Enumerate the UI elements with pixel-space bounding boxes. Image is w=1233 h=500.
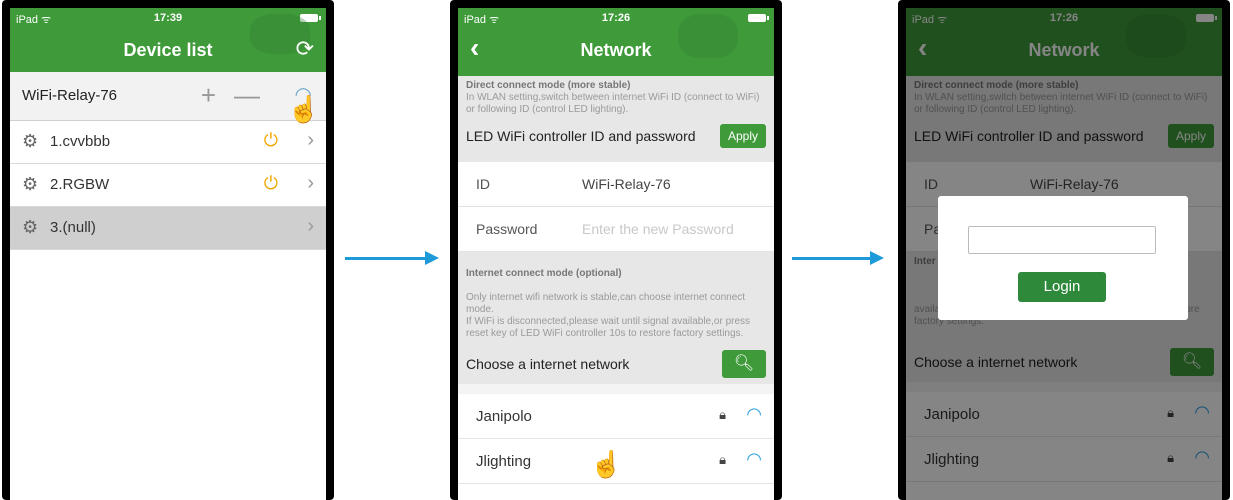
phone-device-list: iPad ᯤ 17:39 Device list ⟳ WiFi-Relay-76… xyxy=(2,0,334,500)
page-title: Device list xyxy=(123,40,213,60)
list-item[interactable]: ⚙ 2.RGBW ⏻ › xyxy=(10,164,326,207)
network-name: Janipolo xyxy=(476,408,532,425)
gear-icon[interactable]: ⚙ xyxy=(22,131,38,152)
internet-mode-title: Internet connect mode (optional) xyxy=(466,268,622,279)
chevron-right-icon[interactable]: › xyxy=(307,172,314,195)
list-item[interactable]: ⚙ 1.cvvbbb ⏻ › xyxy=(10,121,326,164)
id-value: WiFi-Relay-76 xyxy=(582,176,671,192)
direct-mode-desc: In WLAN setting,switch between internet … xyxy=(466,92,760,115)
device-label: 3.(null) xyxy=(50,219,96,236)
device-list-screen: iPad ᯤ 17:39 Device list ⟳ WiFi-Relay-76… xyxy=(10,8,326,500)
internet-mode-desc: Only internet wifi network is stable,can… xyxy=(466,292,751,339)
nav-bar: Device list ⟳ xyxy=(10,14,326,72)
apply-button[interactable]: Apply xyxy=(719,124,766,148)
network-login-screen: iPad ᯤ 17:26 ‹ Network Direct connect mo… xyxy=(906,8,1222,500)
battery-icon xyxy=(748,14,769,22)
internet-mode-section: Internet connect mode (optional) Only in… xyxy=(458,252,774,344)
direct-mode-section: Direct connect mode (more stable) In WLA… xyxy=(458,76,774,162)
wifi-icon: ◠ xyxy=(746,449,762,469)
group-name: WiFi-Relay-76 xyxy=(22,87,118,104)
minus-icon[interactable]: — xyxy=(234,80,260,111)
login-button[interactable]: Login xyxy=(1018,272,1106,302)
chevron-right-icon[interactable]: › xyxy=(307,129,314,152)
login-dialog: Login xyxy=(938,196,1188,320)
device-group-header[interactable]: WiFi-Relay-76 + — ◠ ☝ xyxy=(10,72,326,124)
wifi-icon: ◠ xyxy=(746,404,762,424)
plus-icon[interactable]: + xyxy=(201,80,216,111)
password-field[interactable]: Password Enter the new Password xyxy=(458,207,774,252)
phone-network: iPad ᯤ 17:26 ‹ Network Direct connect mo… xyxy=(450,0,782,500)
chevron-right-icon[interactable]: › xyxy=(307,215,314,238)
hand-pointer-icon: ☝ xyxy=(590,449,623,479)
direct-mode-title: Direct connect mode (more stable) xyxy=(466,80,631,91)
list-item[interactable]: Jlighting ☝ 🔒︎ ◠ xyxy=(458,439,774,484)
gear-icon[interactable]: ⚙ xyxy=(22,174,38,195)
password-placeholder: Enter the new Password xyxy=(582,221,734,237)
network-name: Jlighting xyxy=(476,453,532,470)
choose-network-label: Choose a internet network xyxy=(466,356,630,372)
phone-network-login: iPad ᯤ 17:26 ‹ Network Direct connect mo… xyxy=(898,0,1230,500)
nav-bar: ‹ Network xyxy=(458,14,774,76)
refresh-icon[interactable]: ⟳ xyxy=(296,38,314,60)
choose-network-row: Choose a internet network 🔍︎ xyxy=(458,344,774,384)
password-label: Password xyxy=(476,221,538,237)
network-screen: iPad ᯤ 17:26 ‹ Network Direct connect mo… xyxy=(458,8,774,500)
lock-icon: 🔒︎ xyxy=(719,452,726,467)
list-item[interactable]: Janipolo 🔒︎ ◠ xyxy=(458,394,774,439)
divider xyxy=(458,384,774,394)
arrow-right-icon xyxy=(792,251,884,265)
id-label: ID xyxy=(476,176,490,192)
password-input[interactable] xyxy=(968,226,1156,254)
arrow-right-icon xyxy=(345,251,439,265)
search-button[interactable]: 🔍︎ xyxy=(722,350,766,378)
power-icon[interactable]: ⏻ xyxy=(264,173,278,194)
device-label: 1.cvvbbb xyxy=(50,133,111,150)
lock-icon: 🔒︎ xyxy=(719,407,726,422)
power-icon[interactable]: ⏻ xyxy=(264,130,278,151)
list-item[interactable]: ⚙ 3.(null) › xyxy=(10,207,326,250)
id-field[interactable]: ID WiFi-Relay-76 xyxy=(458,162,774,207)
controller-row: LED WiFi controller ID and password Appl… xyxy=(466,120,766,156)
page-title: Network xyxy=(580,40,652,60)
device-label: 2.RGBW xyxy=(50,176,110,193)
gear-icon[interactable]: ⚙ xyxy=(22,217,38,238)
controller-label: LED WiFi controller ID and password xyxy=(466,128,696,144)
